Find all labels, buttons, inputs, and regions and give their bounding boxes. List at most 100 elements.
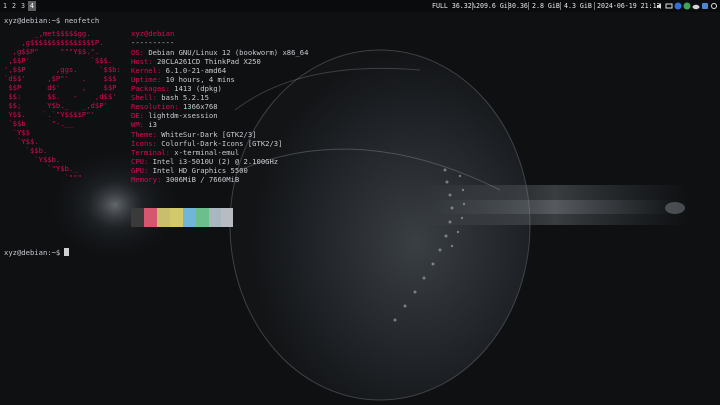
debian-logo-line: ,$$P' `$$$. xyxy=(4,56,113,65)
info-value: 6.1.0-21-amd64 xyxy=(165,66,227,75)
command-prompt-line: xyz@debian:~$ neofetch xyxy=(4,16,100,25)
info-row-uptime: Uptime: 10 hours, 4 mins xyxy=(131,75,235,84)
info-value: 3006MiB / 7660MiB xyxy=(165,175,240,184)
status-separator xyxy=(528,2,529,10)
info-row-gpu: GPU: Intel HD Graphics 5500 xyxy=(131,166,248,175)
load-status: 0.36 xyxy=(512,2,528,10)
debian-logo-line: ,g$$$$$$$$$$$$$$$P. xyxy=(4,38,104,47)
info-colon: : xyxy=(152,93,162,102)
memory-status: 2.8 GiB xyxy=(532,2,560,10)
chat-icon[interactable] xyxy=(683,2,691,10)
info-value: bash 5.2.15 xyxy=(161,93,209,102)
info-colon: : xyxy=(143,157,153,166)
info-value: x-terminal-emul xyxy=(174,148,240,157)
info-row-host: Host: 20CLA261CD ThinkPad X250 xyxy=(131,57,261,66)
info-value: 10 hours, 4 mins xyxy=(165,75,235,84)
info-key: WM xyxy=(131,120,140,129)
info-colon: : xyxy=(156,175,166,184)
info-colon: : xyxy=(156,75,166,84)
palette-swatch xyxy=(170,208,183,227)
workspace-button-4[interactable]: 4 xyxy=(28,1,36,11)
info-row-icons: Icons: Colorful-Dark-Icons [GTK2/3] xyxy=(131,139,282,148)
info-key: Theme xyxy=(131,130,153,139)
clock-status: 2024-06-19 21:12 xyxy=(597,2,661,10)
info-value: Colorful-Dark-Icons [GTK2/3] xyxy=(161,139,283,148)
palette-swatch xyxy=(183,208,196,227)
info-key: Shell xyxy=(131,93,153,102)
info-colon: : xyxy=(139,48,149,57)
status-separator xyxy=(508,2,509,10)
debian-logo-line: $$; Y$b._ _,d$P' xyxy=(4,101,108,110)
info-value: Intel HD Graphics 5500 xyxy=(152,166,248,175)
info-row-terminal: Terminal: x-terminal-emul xyxy=(131,148,239,157)
debian-logo-line: `""" xyxy=(4,173,82,182)
info-row-theme: Theme: WhiteSur-Dark [GTK2/3] xyxy=(131,130,257,139)
command-prompt: xyz@debian:~$ xyxy=(4,248,61,257)
app-tray-icon[interactable] xyxy=(701,2,709,10)
info-key: DE xyxy=(131,111,140,120)
title-underline: ---------- xyxy=(131,38,175,47)
info-key: GPU xyxy=(131,166,144,175)
info-colon: : xyxy=(139,111,149,120)
info-row-cpu: CPU: Intel i3-5010U (2) @ 2.100GHz xyxy=(131,157,278,166)
debian-logo-line: $$: $$. - ,d$$' xyxy=(4,92,117,101)
debian-logo-line: $$P d$' , $$P xyxy=(4,83,117,92)
info-row-kernel: Kernel: 6.1.0-21-amd64 xyxy=(131,66,226,75)
workspace-button-3[interactable]: 3 xyxy=(19,1,27,11)
palette-swatch xyxy=(157,208,170,227)
palette-swatch xyxy=(209,208,221,227)
info-value: Debian GNU/Linux 12 (bookworm) x86_64 xyxy=(148,48,309,57)
info-value: 1413 (dpkg) xyxy=(174,84,222,93)
info-row-de: DE: lightdm-xsession xyxy=(131,111,218,120)
info-colon: : xyxy=(165,84,175,93)
info-colon: : xyxy=(143,166,153,175)
workspace-button-1[interactable]: 1 xyxy=(1,1,9,11)
info-row-os: OS: Debian GNU/Linux 12 (bookworm) x86_6… xyxy=(131,48,308,57)
network-icon[interactable] xyxy=(665,2,673,10)
text-cursor xyxy=(64,248,69,256)
palette-swatch xyxy=(144,208,157,227)
info-value: Intel i3-5010U (2) @ 2.100GHz xyxy=(152,157,279,166)
swap-status: 4.3 GiB xyxy=(564,2,592,10)
info-row-shell: Shell: bash 5.2.15 xyxy=(131,93,209,102)
info-value: WhiteSur-Dark [GTK2/3] xyxy=(161,130,257,139)
user-host-title: xyz@debian xyxy=(131,29,175,38)
workspace-button-2[interactable]: 2 xyxy=(10,1,18,11)
info-value: lightdm-xsession xyxy=(148,111,218,120)
info-row-packages: Packages: 1413 (dpkg) xyxy=(131,84,222,93)
debian-logo-line: `$$b "-.__ xyxy=(4,119,74,128)
info-colon: : xyxy=(152,130,162,139)
cloud-icon[interactable] xyxy=(692,2,700,10)
info-value: i3 xyxy=(148,120,157,129)
bluetooth-icon[interactable] xyxy=(674,2,682,10)
status-separator xyxy=(472,2,473,10)
battery-status: FULL 36.32% xyxy=(432,2,476,10)
debian-logo-line: `Y$$ xyxy=(4,128,30,137)
palette-swatch xyxy=(196,208,209,227)
info-colon: : xyxy=(156,66,166,75)
info-key: Kernel xyxy=(131,66,157,75)
info-key: Icons xyxy=(131,139,153,148)
info-colon: : xyxy=(152,139,162,148)
debian-logo-line: `d$$' ,$P"' . $$$ xyxy=(4,74,117,83)
settings-icon[interactable] xyxy=(710,2,718,10)
debian-logo-line: `"Y$b._ xyxy=(4,164,78,173)
volume-icon[interactable] xyxy=(656,2,664,10)
top-status-bar: 1 2 3 4 FULL 36.32% 209.6 GiB 0.36 2.8 G… xyxy=(0,0,720,12)
info-key: Host xyxy=(131,57,149,66)
info-key: Resolution xyxy=(131,102,175,111)
info-key: OS xyxy=(131,48,140,57)
info-row-wm: WM: i3 xyxy=(131,120,157,129)
debian-logo-line: ',$$P ,ggs. `$$b: xyxy=(4,65,121,74)
debian-logo-line: Y$$. `.`"Y$$$$P"' xyxy=(4,110,95,119)
info-key: Uptime xyxy=(131,75,157,84)
info-key: Memory xyxy=(131,175,157,184)
debian-logo-line: _,met$$$$$gg. xyxy=(4,29,91,38)
info-key: Terminal xyxy=(131,148,166,157)
info-key: Packages xyxy=(131,84,166,93)
info-row-memory: Memory: 3006MiB / 7660MiB xyxy=(131,175,239,184)
status-separator xyxy=(594,2,595,10)
info-colon: : xyxy=(139,120,149,129)
terminal-window[interactable]: xyz@debian:~$ neofetch _,met$$$$$gg. ,g$… xyxy=(0,12,720,405)
info-row-resolution: Resolution: 1366x768 xyxy=(131,102,218,111)
